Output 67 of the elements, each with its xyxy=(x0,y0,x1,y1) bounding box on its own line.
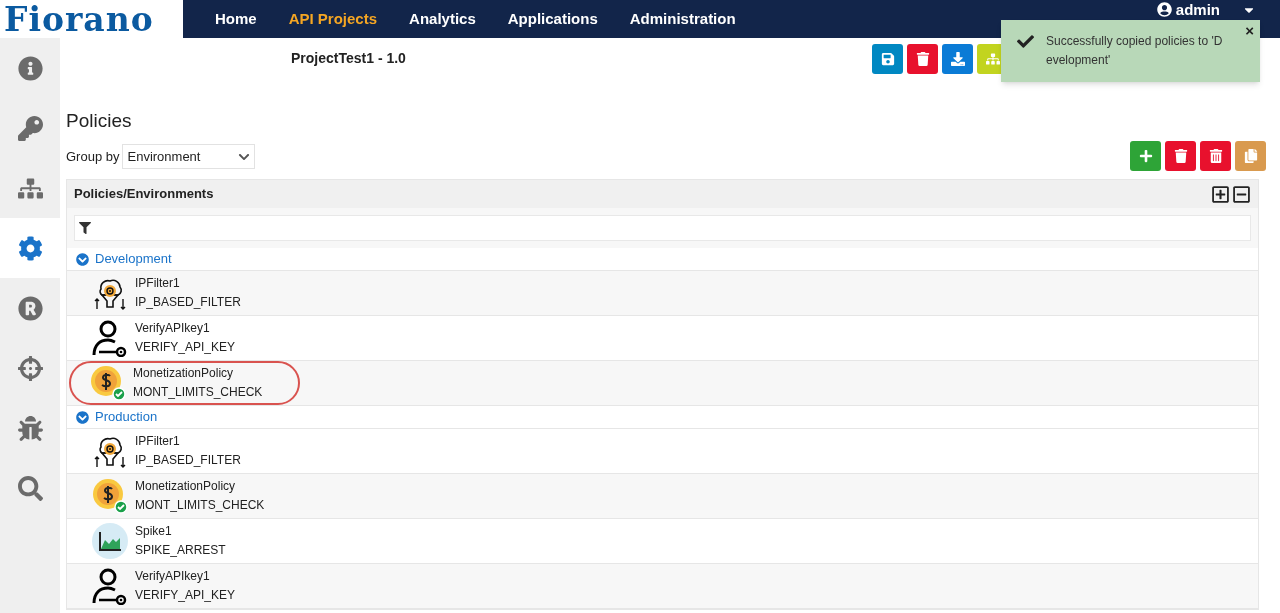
toast-message: Successfully copied policies to 'D evelopment' xyxy=(1046,33,1224,69)
section-title: Policies xyxy=(66,109,133,133)
sidebar-item[interactable] xyxy=(0,218,60,278)
policy-name: IPFilter1 xyxy=(135,275,181,292)
policy-row[interactable]: IPFilter1 IP_BASED_FILTER xyxy=(67,271,1258,316)
policy-type: VERIFY_API_KEY xyxy=(135,587,236,604)
policy-name: MonetizationPolicy xyxy=(135,478,237,495)
download-button[interactable] xyxy=(942,44,973,74)
panel-title: Policies/Environments xyxy=(74,185,214,204)
user-menu[interactable]: admin xyxy=(1175,1,1220,18)
trash-icon xyxy=(1208,149,1223,163)
save-button[interactable] xyxy=(872,44,903,74)
policy-name: Spike1 xyxy=(135,523,173,540)
dollar-coin-icon xyxy=(90,365,126,401)
nav-link[interactable]: API Projects xyxy=(288,7,378,31)
close-button[interactable]: × xyxy=(1245,23,1254,38)
user-key-icon xyxy=(91,319,129,357)
nav-link[interactable]: Administration xyxy=(629,7,736,31)
search-icon xyxy=(17,475,43,501)
user-icon xyxy=(1156,2,1172,17)
nav-link[interactable]: Analytics xyxy=(409,7,476,31)
copy-icon xyxy=(1243,149,1258,163)
filter-field[interactable] xyxy=(74,215,1251,241)
nav-link[interactable]: Applications xyxy=(507,7,598,31)
dollar-coin-icon xyxy=(92,478,128,514)
delete-all-button[interactable] xyxy=(1200,141,1231,171)
user-key-icon xyxy=(91,567,129,605)
delete-button[interactable] xyxy=(907,44,938,74)
policy-type: IP_BASED_FILTER xyxy=(135,294,241,311)
bug-icon xyxy=(17,415,43,441)
policy-name: IPFilter1 xyxy=(135,433,181,450)
policy-type: MONT_LIMITS_CHECK xyxy=(133,384,263,401)
check-icon xyxy=(1017,33,1034,50)
expand-all-icon[interactable] xyxy=(1211,184,1230,204)
expand-icon xyxy=(76,410,89,424)
info-icon xyxy=(17,55,43,81)
nav-link[interactable]: Home xyxy=(215,7,257,31)
registered-icon xyxy=(17,295,43,321)
filter-icon xyxy=(79,222,91,234)
trash-icon xyxy=(1173,149,1188,163)
hierarchy-icon xyxy=(985,52,1000,66)
expand-icon xyxy=(76,252,89,266)
project-title: ProjectTest1 - 1.0 xyxy=(291,49,406,68)
collapse-all-icon[interactable] xyxy=(1232,184,1251,204)
crosshair-icon xyxy=(17,355,43,381)
plus-icon xyxy=(1138,149,1153,163)
add-button[interactable] xyxy=(1130,141,1161,171)
area-chart-icon xyxy=(92,523,128,559)
policy-type: MONT_LIMITS_CHECK xyxy=(135,497,265,514)
policy-row[interactable]: VerifyAPIkey1 VERIFY_API_KEY xyxy=(67,564,1258,609)
policy-type: IP_BASED_FILTER xyxy=(135,452,241,469)
policy-type: VERIFY_API_KEY xyxy=(135,339,236,356)
policy-name: VerifyAPIkey1 xyxy=(135,320,211,337)
group-by-select[interactable]: Environment xyxy=(122,144,256,169)
policy-name: VerifyAPIkey1 xyxy=(135,568,211,585)
policy-row[interactable]: MonetizationPolicy MONT_LIMITS_CHECK xyxy=(67,361,1258,406)
delete-button[interactable] xyxy=(1165,141,1196,171)
policy-type: SPIKE_ARREST xyxy=(135,542,226,559)
policy-name: MonetizationPolicy xyxy=(133,365,235,382)
settings-icon xyxy=(17,235,43,261)
save-icon xyxy=(880,52,895,66)
copy-button[interactable] xyxy=(1235,141,1266,171)
key-icon xyxy=(17,115,43,141)
group-by-label: Group by xyxy=(66,147,120,166)
policy-row[interactable]: MonetizationPolicy MONT_LIMITS_CHECK xyxy=(67,474,1258,519)
download-icon xyxy=(950,52,965,66)
trash-icon xyxy=(915,52,930,66)
